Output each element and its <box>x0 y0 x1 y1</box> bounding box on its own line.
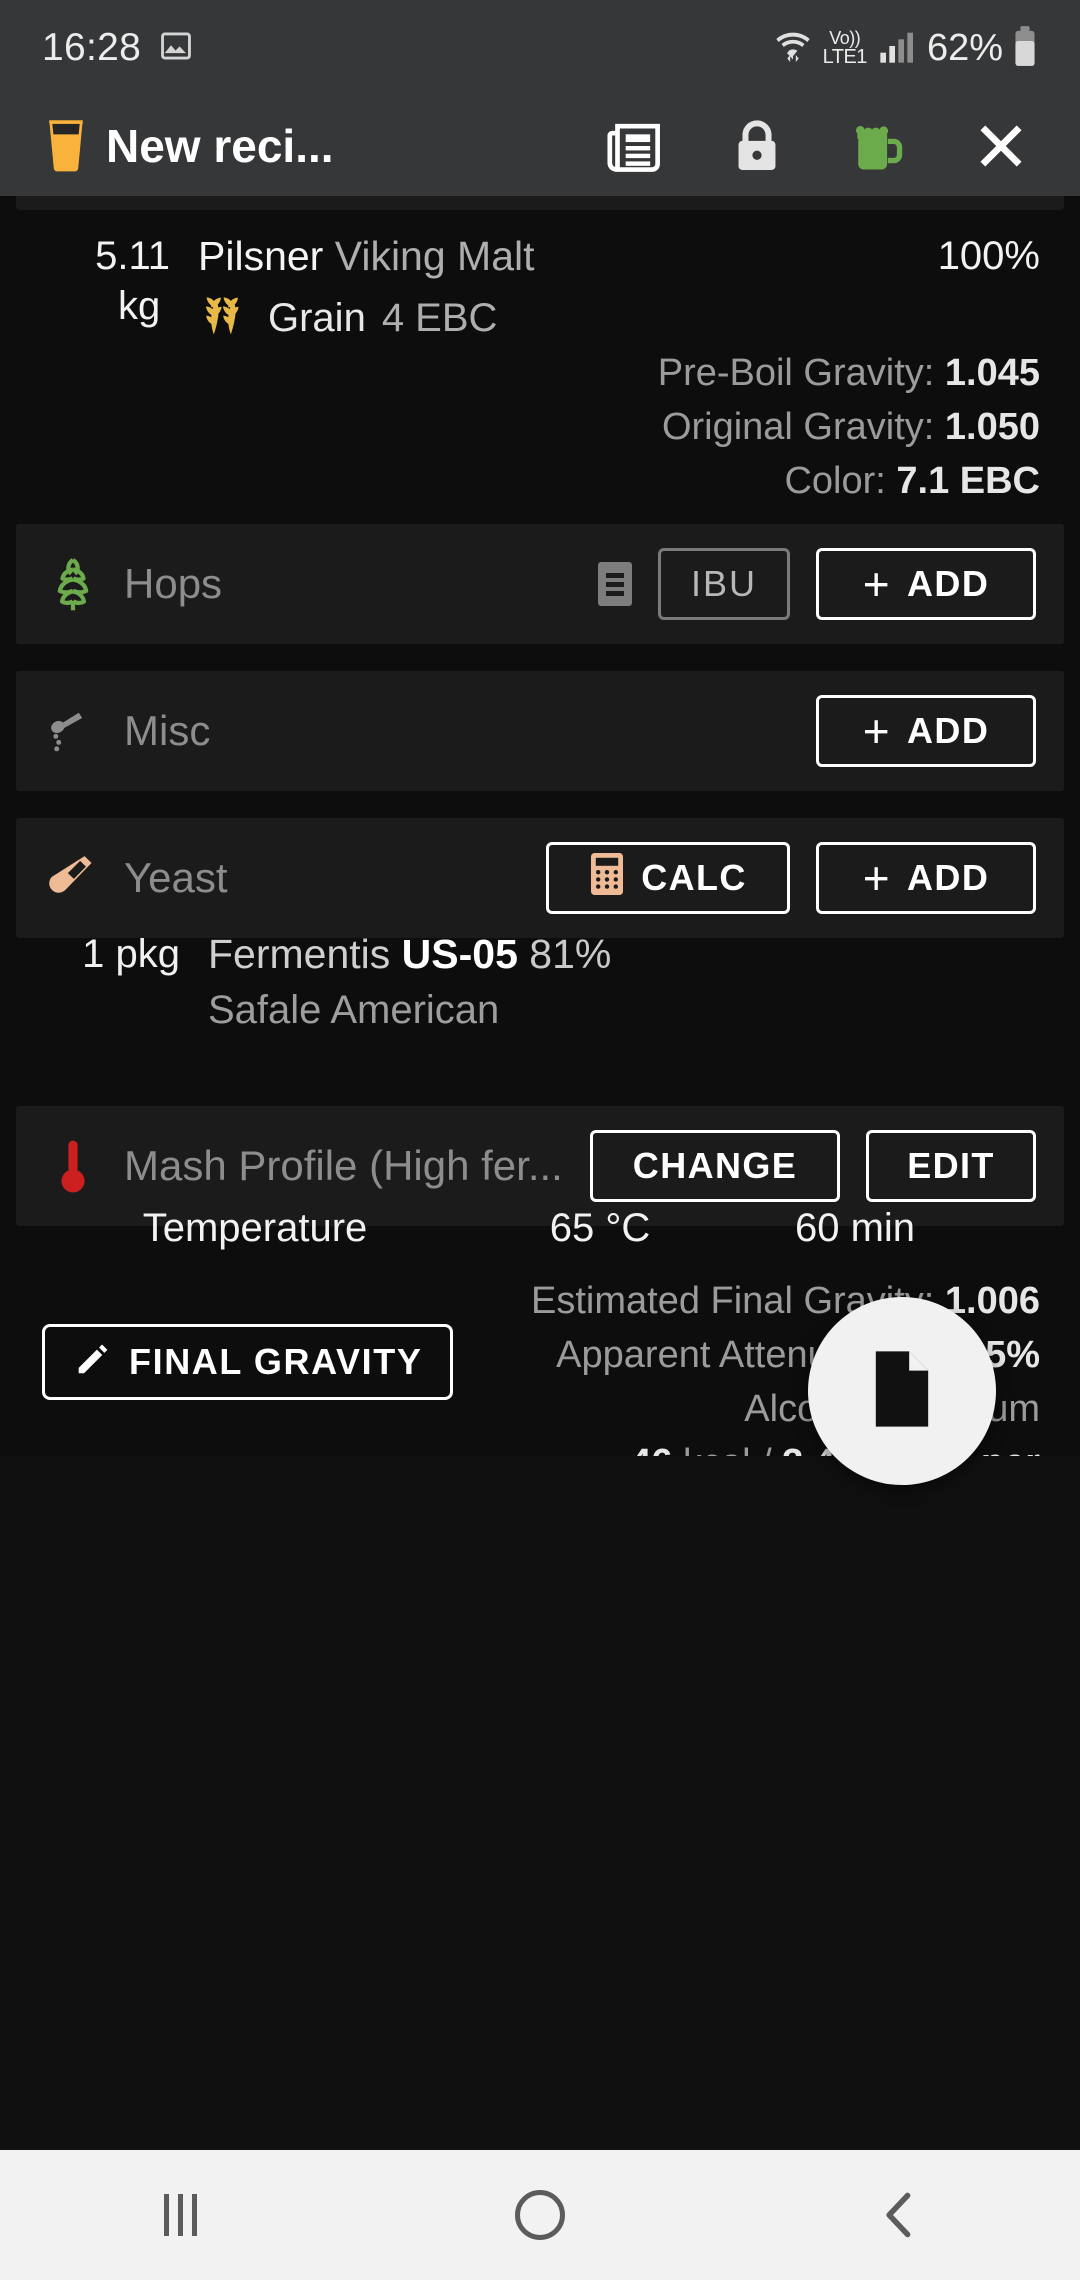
recipe-scroll-content[interactable]: 5.11 Pilsner Viking Malt Grain 4 EBC 100… <box>0 196 1080 1456</box>
fermentable-percent: 100% <box>937 234 1040 278</box>
article-icon[interactable] <box>604 115 666 177</box>
stat-pre-boil-gravity: Pre-Boil Gravity: 1.045 <box>657 352 1040 394</box>
hop-cone-icon <box>44 555 102 613</box>
back-icon[interactable] <box>810 2150 990 2280</box>
yeast-attenuation: 81% <box>529 931 612 977</box>
yeast-item-details: Fermentis US-05 81% Safale American <box>208 926 611 1038</box>
page-title: New reci... <box>106 120 334 172</box>
misc-add-label: ADD <box>907 710 990 751</box>
app-bar-actions <box>604 115 1040 177</box>
plus-icon: + <box>862 851 892 904</box>
battery-icon <box>1012 25 1038 72</box>
yeast-amount: 1 pkg <box>82 932 180 976</box>
android-nav-bar <box>0 2150 1080 2280</box>
recents-icon[interactable] <box>90 2150 270 2280</box>
app-bar-title-group[interactable]: New reci... <box>40 114 334 179</box>
yeast-item-row[interactable]: 1 pkg Fermentis US-05 81% Safale America… <box>0 926 1080 1038</box>
fermentable-details: Pilsner Viking Malt Grain 4 EBC <box>198 228 890 351</box>
fermentables-stats: Pre-Boil Gravity: 1.045 Original Gravity… <box>658 346 1040 508</box>
wifi-icon <box>772 26 814 71</box>
misc-section-header[interactable]: Misc + ADD <box>16 671 1064 791</box>
hops-section-header[interactable]: Hops IBU + ADD <box>16 524 1064 644</box>
image-icon <box>159 29 193 68</box>
status-bar: 16:28 Vo)) LTE1 62% <box>0 0 1080 96</box>
stat-color: Color: 7.1 EBC <box>784 460 1040 502</box>
mash-edit-button[interactable]: EDIT <box>866 1130 1036 1202</box>
fermentable-amount: 5.11 <box>95 234 170 278</box>
mash-change-button[interactable]: CHANGE <box>590 1130 840 1202</box>
yeast-strain: US-05 <box>401 931 518 977</box>
plus-icon: + <box>862 557 892 610</box>
ibu-button[interactable]: IBU <box>658 548 790 620</box>
yeast-actions: CALC + ADD <box>546 842 1036 914</box>
yeast-add-button[interactable]: + ADD <box>816 842 1036 914</box>
final-gravity-label: FINAL GRAVITY <box>129 1341 423 1382</box>
export-document-fab[interactable] <box>808 1297 996 1485</box>
fermentables-section-header-partial <box>16 196 1064 210</box>
spoon-sprinkle-icon <box>44 702 102 760</box>
calculator-icon <box>589 851 625 906</box>
yeast-section-header[interactable]: Yeast CALC + ADD <box>16 818 1064 938</box>
grain-icon <box>198 284 252 351</box>
mash-step-temperature: 65 °C <box>549 1206 651 1250</box>
mash-step-duration: 60 min <box>794 1206 916 1250</box>
yeast-label: Yeast <box>124 854 228 901</box>
test-tube-icon <box>44 849 102 907</box>
yeast-item-line1: Fermentis US-05 81% <box>208 926 611 982</box>
mash-actions: CHANGE EDIT <box>590 1130 1036 1202</box>
mash-profile-label: Mash Profile (High fer... <box>124 1142 563 1189</box>
yeast-product: Safale American <box>208 988 500 1032</box>
status-bar-right: Vo)) LTE1 62% <box>772 25 1038 72</box>
yeast-add-label: ADD <box>907 857 990 898</box>
fermentable-color: 4 EBC <box>381 295 498 340</box>
final-gravity-button[interactable]: FINAL GRAVITY <box>42 1324 454 1400</box>
lock-icon[interactable] <box>726 115 788 177</box>
misc-label: Misc <box>124 707 211 754</box>
list-icon[interactable] <box>598 562 632 606</box>
yeast-calc-label: CALC <box>641 857 747 898</box>
yeast-brand: Fermentis <box>208 931 391 977</box>
hops-label: Hops <box>124 560 223 607</box>
status-time: 16:28 <box>42 26 142 69</box>
hops-add-button[interactable]: + ADD <box>816 548 1036 620</box>
home-icon[interactable] <box>450 2150 630 2280</box>
close-icon[interactable] <box>970 115 1032 177</box>
fermentable-supplier: Viking Malt <box>334 233 535 279</box>
battery-percent: 62% <box>926 26 1003 69</box>
fermentable-row[interactable]: 5.11 Pilsner Viking Malt Grain 4 EBC 100… <box>0 228 1080 351</box>
mash-step-row[interactable]: Temperature 65 °C 60 min <box>0 1206 1080 1251</box>
fermentable-name-line: Pilsner Viking Malt <box>198 228 890 284</box>
fermentable-type-line: Grain 4 EBC <box>198 284 890 351</box>
thermometer-icon <box>44 1137 102 1195</box>
app-screen: 16:28 Vo)) LTE1 62% New reci... 5.11 Pil… <box>0 0 1080 2280</box>
document-icon <box>866 1346 938 1437</box>
beer-glass-icon <box>40 114 92 179</box>
status-bar-left: 16:28 <box>42 26 193 70</box>
pencil-icon <box>73 1339 111 1386</box>
misc-actions: + ADD <box>816 695 1036 767</box>
fermentable-unit: kg <box>118 284 161 328</box>
yeast-calc-button[interactable]: CALC <box>546 842 790 914</box>
beer-mug-icon[interactable] <box>848 115 910 177</box>
fermentable-type: Grain <box>268 295 366 340</box>
stat-original-gravity: Original Gravity: 1.050 <box>661 406 1040 448</box>
misc-add-button[interactable]: + ADD <box>816 695 1036 767</box>
volte-indicator: Vo)) LTE1 <box>822 28 868 68</box>
plus-icon: + <box>862 704 892 757</box>
mash-step-name: Temperature <box>142 1206 368 1250</box>
signal-bars-icon <box>876 26 918 71</box>
hops-actions: IBU + ADD <box>598 548 1036 620</box>
fermentable-name: Pilsner <box>198 233 324 279</box>
app-bar: New reci... <box>0 96 1080 196</box>
hops-add-label: ADD <box>907 563 990 604</box>
